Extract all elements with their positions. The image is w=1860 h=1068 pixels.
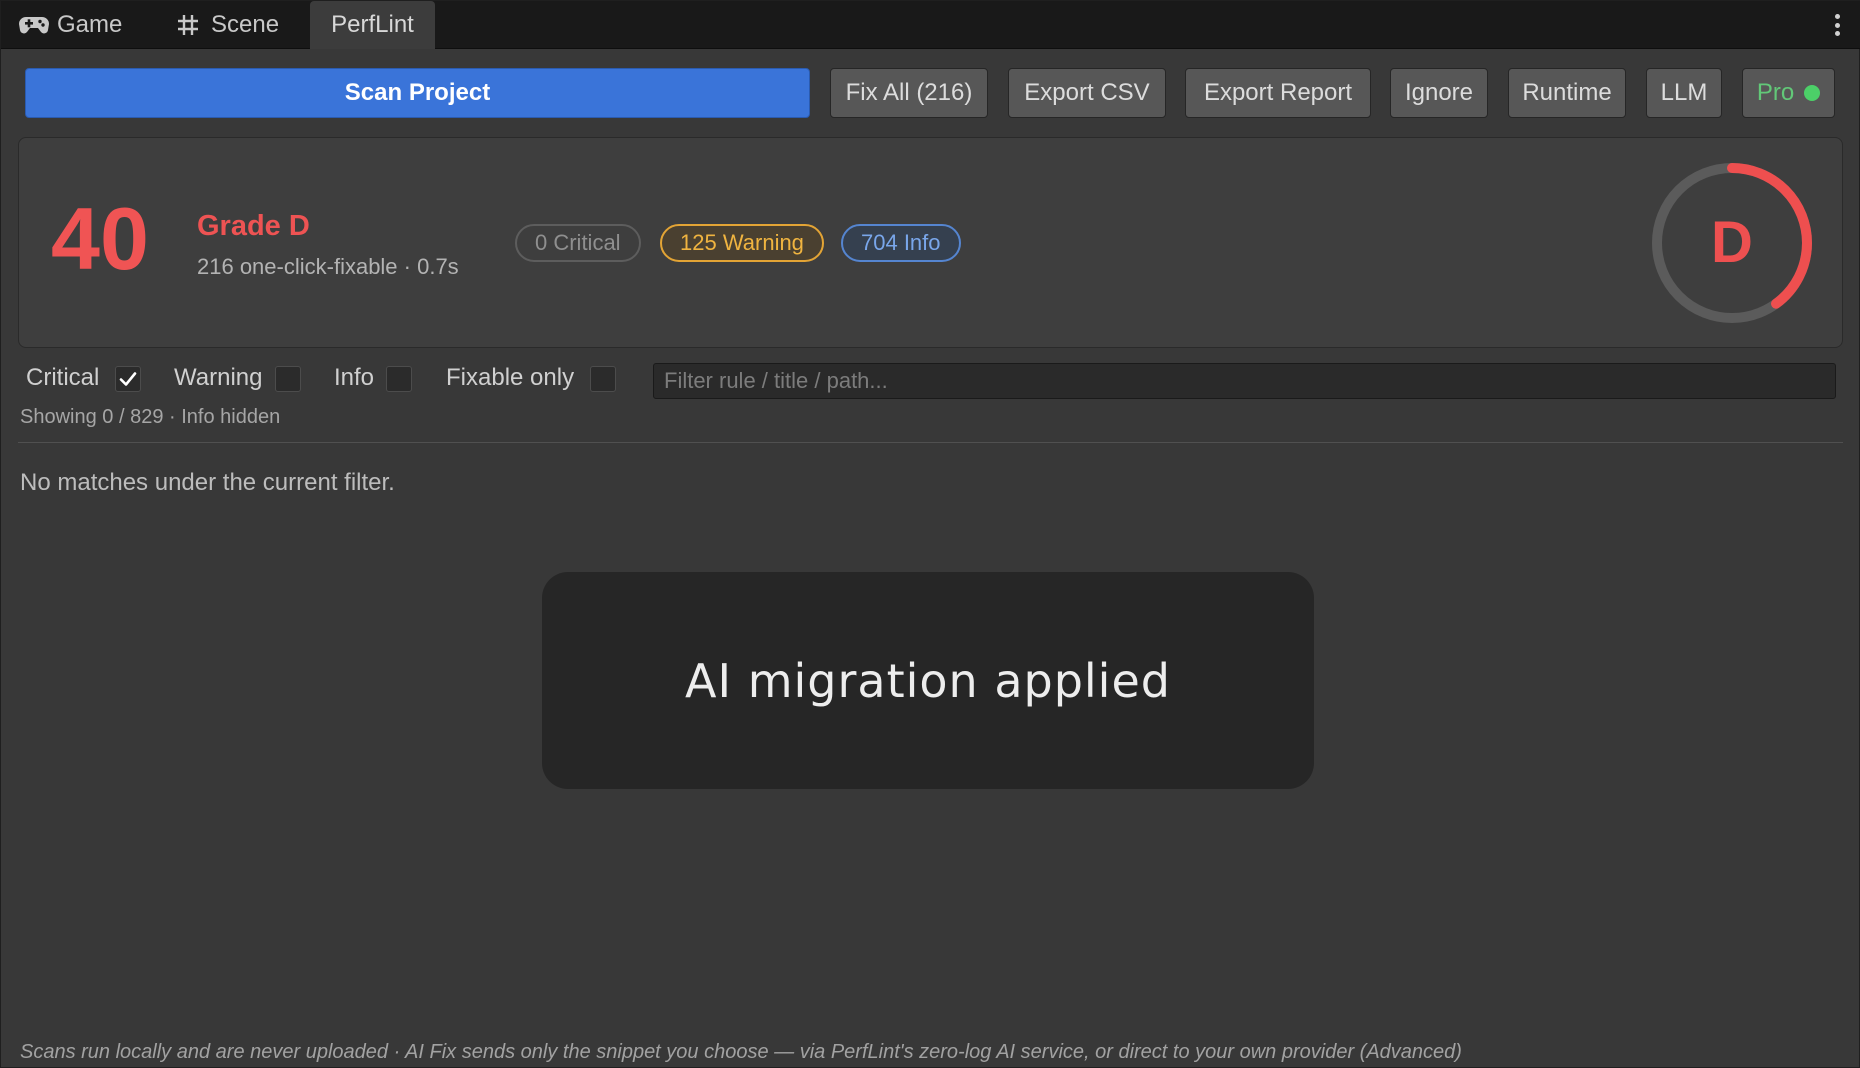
tab-scene[interactable]: Scene <box>173 1 279 49</box>
filter-warning-checkbox[interactable] <box>275 366 301 392</box>
filter-critical-checkbox[interactable] <box>115 366 141 392</box>
more-options-icon[interactable] <box>1833 14 1841 36</box>
filter-fixable-only-label: Fixable only <box>446 364 575 391</box>
score-value: 40 <box>51 189 149 288</box>
grade-ring-letter: D <box>1711 210 1753 275</box>
checkmark-icon <box>119 372 137 386</box>
grade-title: Grade D <box>197 210 310 242</box>
export-csv-button[interactable]: Export CSV <box>1008 68 1166 118</box>
critical-count-badge: 0 Critical <box>515 224 641 262</box>
toast-message: AI migration applied <box>685 653 1171 708</box>
toast-notification: AI migration applied <box>542 572 1314 789</box>
perflint-window: Game Scene PerfLint Scan Project Fix All… <box>0 0 1860 1068</box>
results-count-text: Showing 0 / 829 · Info hidden <box>20 406 281 428</box>
filter-search-input[interactable] <box>653 363 1836 399</box>
score-summary-card: 40 Grade D 216 one-click-fixable · 0.7s … <box>18 137 1843 348</box>
empty-results-message: No matches under the current filter. <box>20 469 395 496</box>
grid-hash-icon <box>173 13 203 37</box>
pro-button[interactable]: Pro <box>1742 68 1835 118</box>
tab-scene-label: Scene <box>211 11 280 38</box>
editor-tab-bar: Game Scene PerfLint <box>1 1 1860 49</box>
pro-status-dot-icon <box>1804 85 1821 101</box>
export-report-button[interactable]: Export Report <box>1185 68 1371 118</box>
fix-all-button[interactable]: Fix All (216) <box>830 68 988 118</box>
scan-project-button[interactable]: Scan Project <box>25 68 810 118</box>
info-count-badge: 704 Info <box>841 224 961 262</box>
privacy-footer-note: Scans run locally and are never uploaded… <box>20 1041 1462 1063</box>
warning-count-badge: 125 Warning <box>660 224 824 262</box>
filter-warning-label: Warning <box>174 364 263 391</box>
tab-perflint-label: PerfLint <box>331 11 414 38</box>
runtime-button[interactable]: Runtime <box>1508 68 1626 118</box>
tab-game[interactable]: Game <box>19 1 122 49</box>
fixable-summary: 216 one-click-fixable · 0.7s <box>197 254 459 279</box>
filter-info-checkbox[interactable] <box>386 366 412 392</box>
pro-label: Pro <box>1756 79 1795 106</box>
filter-critical-label: Critical <box>26 364 100 391</box>
llm-button[interactable]: LLM <box>1646 68 1722 118</box>
filter-info-label: Info <box>334 364 375 391</box>
gamepad-icon <box>19 13 49 37</box>
results-divider <box>18 442 1843 443</box>
grade-ring-gauge: D <box>1652 163 1812 323</box>
filter-fixable-only-checkbox[interactable] <box>590 366 616 392</box>
tab-perflint[interactable]: PerfLint <box>310 1 435 49</box>
ignore-button[interactable]: Ignore <box>1390 68 1488 118</box>
tab-game-label: Game <box>57 11 123 38</box>
